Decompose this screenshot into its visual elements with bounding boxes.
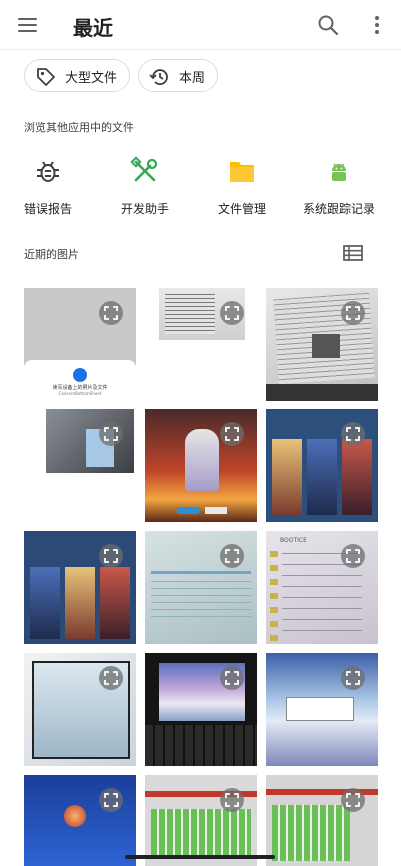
dialog-text: 读写设备上的照片及文件 [52,385,108,391]
expand-icon[interactable] [341,422,365,446]
hero-card [65,567,95,639]
hero-card [342,439,372,515]
more-vertical-icon[interactable] [366,13,388,37]
disk-map [151,809,251,859]
desktop-dialog [286,697,354,721]
image-thumbnail[interactable]: 读写设备上的照片及文件 ConsentBottomSheet [24,288,136,401]
app-system-trace[interactable]: 系统跟踪记录 [294,156,384,220]
image-thumbnail[interactable] [24,409,136,522]
page-title: 最近 [73,16,113,40]
expand-icon[interactable] [220,788,244,812]
this-week-chip[interactable]: 本周 [138,59,218,92]
app-file-manager[interactable]: 文件管理 [197,156,287,220]
image-thumbnail[interactable]: BOOTICE [266,531,378,644]
app-dev-assistant[interactable]: 开发助手 [100,156,190,220]
tool-icons [270,551,278,641]
history-clock-icon [149,69,168,85]
expand-icon[interactable] [99,544,123,568]
hero-card [30,567,60,639]
folder-icon [230,162,254,182]
expand-icon[interactable] [220,301,244,325]
list-view-icon[interactable] [342,243,364,263]
image-thumbnail[interactable] [145,288,257,401]
image-thumbnail[interactable] [145,775,257,866]
large-files-chip-label: 大型文件 [65,71,118,86]
image-thumbnail[interactable] [24,653,136,766]
large-files-chip[interactable]: 大型文件 [24,59,130,92]
screen-bar [151,571,251,574]
game-button [205,507,227,514]
tag-icon [37,68,55,86]
screen-text [151,581,251,617]
hero-card [307,439,337,515]
expand-icon[interactable] [220,422,244,446]
expand-icon[interactable] [220,666,244,690]
image-thumbnail[interactable] [145,409,257,522]
image-thumbnail[interactable] [24,775,136,866]
image-thumbnail[interactable] [266,288,378,401]
tools-icon [130,156,158,182]
image-thumbnail[interactable] [145,531,257,644]
this-week-chip-label: 本周 [179,71,206,86]
laptop-keyboard [145,725,257,766]
bug-icon [37,161,59,182]
expand-icon[interactable] [99,301,123,325]
app-bug-report[interactable]: 错误报告 [3,156,93,220]
expand-icon[interactable] [99,666,123,690]
home-indicator[interactable] [125,855,275,859]
recent-images-heading: 近期的图片 [24,248,79,261]
image-thumbnail[interactable] [145,653,257,766]
hero-card [100,567,130,639]
search-icon[interactable] [316,13,340,37]
expand-icon[interactable] [341,788,365,812]
expand-icon[interactable] [99,422,123,446]
desk-edge [266,384,378,401]
document-figure [312,334,340,358]
screen-logo [64,805,86,827]
expand-icon[interactable] [341,666,365,690]
disk-map [272,805,350,861]
app-system-trace-label: 系统跟踪记录 [302,202,375,216]
dialog-sub-text: ConsentBottomSheet [58,391,102,396]
image-thumbnail[interactable] [24,531,136,644]
app-bug-report-label: 错误报告 [23,202,72,216]
android-icon [332,163,346,181]
image-thumbnail[interactable] [266,653,378,766]
expand-icon[interactable] [99,788,123,812]
game-button [177,507,199,514]
hamburger-menu-icon[interactable] [17,15,39,35]
app-bar-divider [0,49,401,50]
app-file-manager-label: 文件管理 [217,202,266,216]
screen-caption: BOOTICE [280,537,307,544]
dialog-app-icon [73,368,87,382]
hero-figure [185,429,219,491]
image-thumbnail[interactable] [266,775,378,866]
hero-card [272,439,302,515]
document-text-lines [165,294,215,334]
browse-apps-heading: 浏览其他应用中的文件 [24,121,134,134]
expand-icon[interactable] [341,544,365,568]
expand-icon[interactable] [220,544,244,568]
app-dev-assistant-label: 开发助手 [120,202,169,216]
expand-icon[interactable] [341,301,365,325]
app-bar: 最近 [0,0,401,50]
image-thumbnail[interactable] [266,409,378,522]
